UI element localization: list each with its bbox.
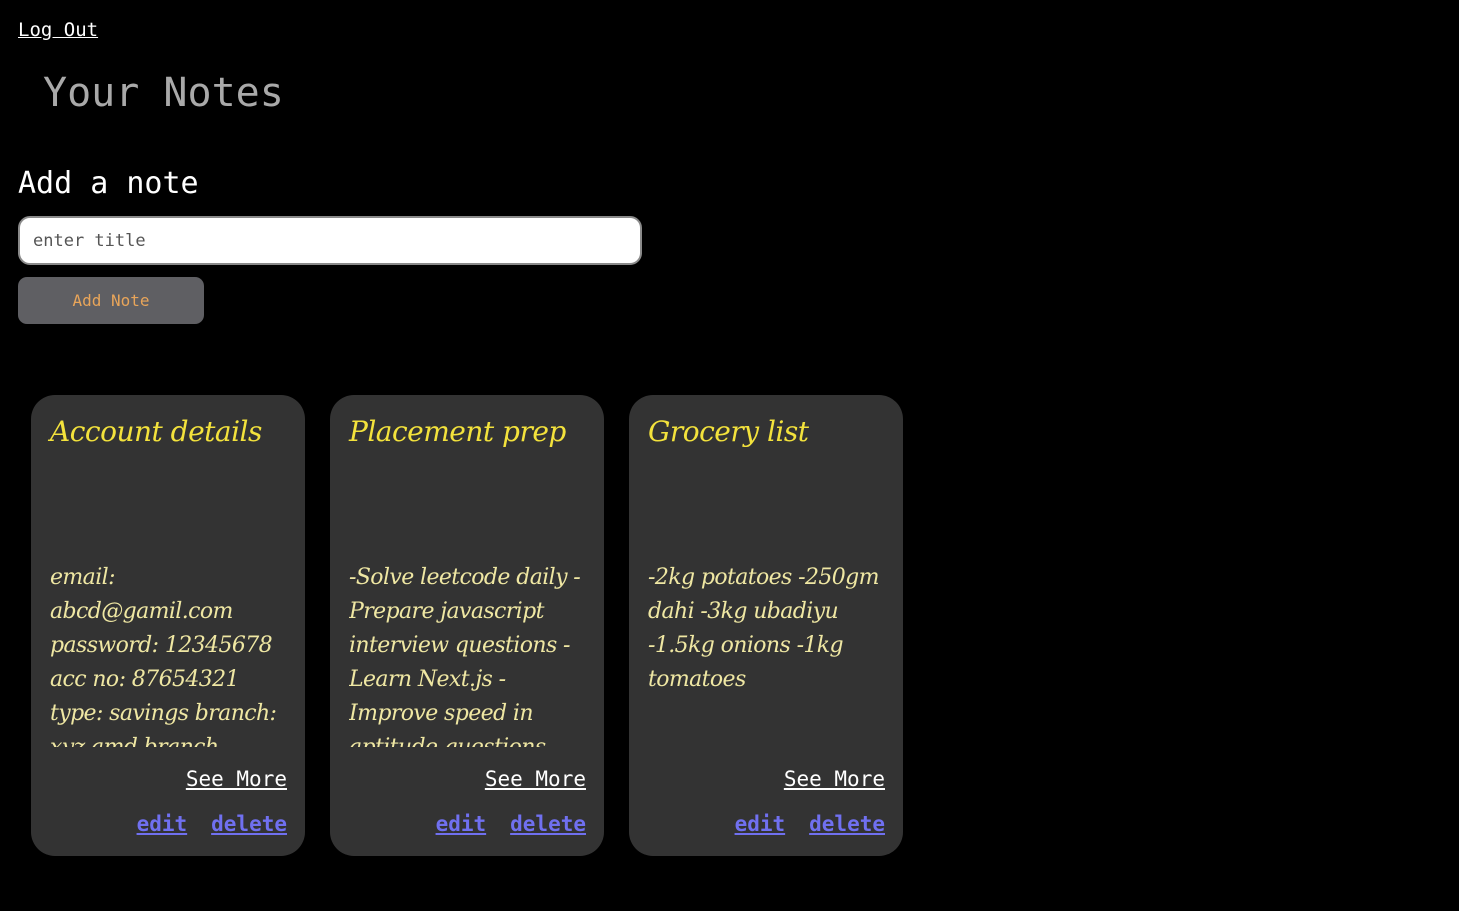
note-actions: edit delete [735, 812, 885, 836]
note-body: -2kg potatoes -250gm dahi -3kg ubadiyu -… [648, 565, 879, 692]
see-more-link[interactable]: See More [784, 767, 885, 791]
page-title: Your Notes [43, 70, 284, 116]
note-card: Account details email: abcd@gamil.com pa… [31, 395, 305, 856]
note-body: email: abcd@gamil.com password: 12345678… [50, 565, 277, 747]
delete-link[interactable]: delete [211, 812, 287, 836]
see-more-link[interactable]: See More [485, 767, 586, 791]
note-title: Grocery list [648, 415, 809, 448]
see-more-link[interactable]: See More [186, 767, 287, 791]
note-card: Placement prep -Solve leetcode daily -Pr… [330, 395, 604, 856]
note-title: Placement prep [349, 415, 566, 448]
edit-link[interactable]: edit [436, 812, 487, 836]
notes-list: Account details email: abcd@gamil.com pa… [31, 395, 903, 856]
note-actions: edit delete [137, 812, 287, 836]
edit-link[interactable]: edit [735, 812, 786, 836]
add-note-button[interactable]: Add Note [18, 277, 204, 324]
note-actions: edit delete [436, 812, 586, 836]
note-card: Grocery list -2kg potatoes -250gm dahi -… [629, 395, 903, 856]
edit-link[interactable]: edit [137, 812, 188, 836]
note-title-input[interactable] [18, 216, 642, 265]
logout-link[interactable]: Log Out [18, 19, 98, 41]
notes-page: Log Out Your Notes Add a note Add Note A… [0, 0, 1459, 911]
delete-link[interactable]: delete [510, 812, 586, 836]
delete-link[interactable]: delete [809, 812, 885, 836]
note-body: -Solve leetcode daily -Prepare javascrip… [349, 565, 581, 747]
add-note-heading: Add a note [18, 166, 199, 201]
note-title: Account details [50, 415, 262, 448]
